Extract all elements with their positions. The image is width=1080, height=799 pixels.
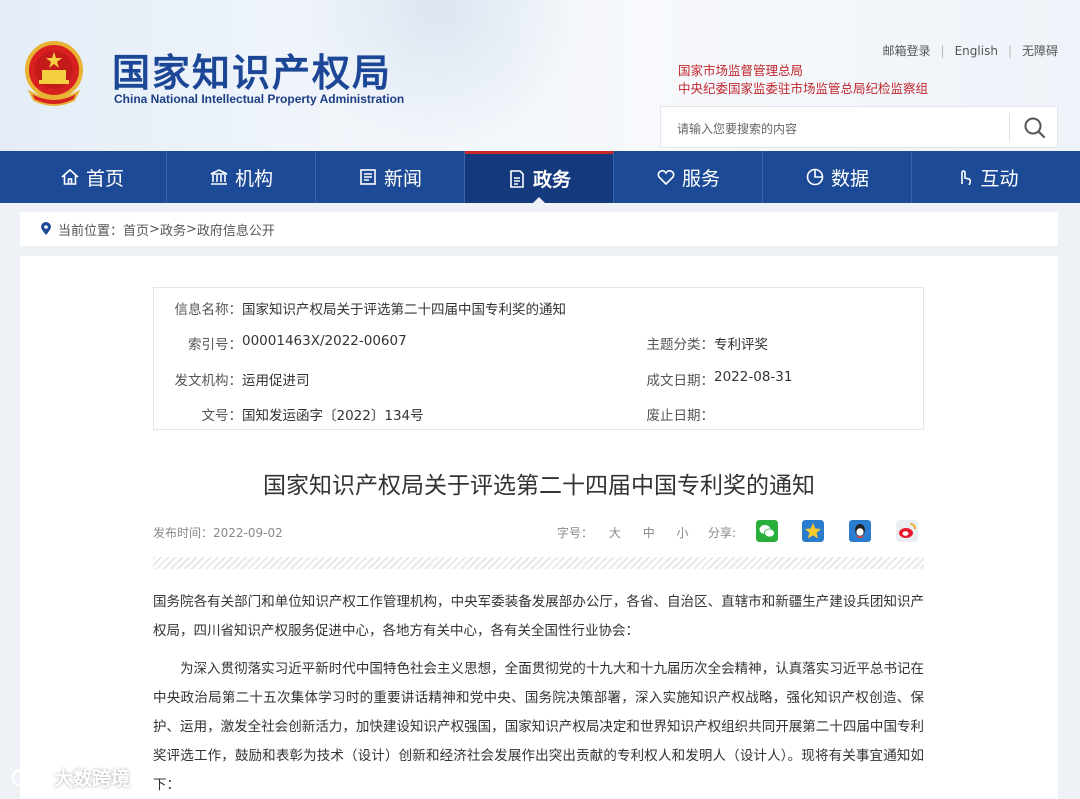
interaction-icon [961,170,972,186]
english-link[interactable]: English [955,44,998,58]
watermark-logo-icon [11,768,50,787]
info-label: 信息名称： [174,302,243,318]
institution-icon [210,169,228,185]
news-icon [360,169,376,185]
nav-item-service[interactable]: 服务 [614,151,763,203]
nav-item-government-affairs[interactable]: 政务 [465,151,614,204]
font-size-small-button[interactable]: 小 [677,526,689,540]
email-login-link[interactable]: 邮箱登录 [883,42,931,59]
main-nav: 首页 机构 新闻 政务 服务 数据 互动 [0,151,1080,204]
article-title: 国家知识产权局关于评选第二十四届中国专利奖的通知 [263,473,815,499]
info-name-value: 国家知识产权局关于评选第二十四届中国专利奖的通知 [242,302,566,318]
font-size-medium-button[interactable]: 中 [643,526,655,540]
home-icon [61,168,79,185]
site-header: 国家知识产权局 China National Intellectual Prop… [0,0,1080,151]
font-size-large-button[interactable]: 大 [609,526,621,540]
breadcrumb-separator: > [149,221,160,237]
share-label: 分享: [708,526,737,540]
info-issuer-value: 运用促进司 [242,373,310,389]
info-doc-no-value: 国知发运函字〔2022〕134号 [242,408,424,424]
samr-link[interactable]: 国家市场监督管理总局 [678,62,928,80]
nav-item-interaction[interactable]: 互动 [912,151,1061,203]
qzone-icon[interactable] [802,520,824,542]
search-input[interactable]: 请输入您要搜索的内容 [677,120,797,137]
info-label: 索引号： [188,337,242,353]
info-label: 文号： [201,408,243,424]
info-row-issuer: 发文机构： 运用促进司 [154,369,310,389]
nav-item-data[interactable]: 数据 [763,151,912,203]
national-emblem-icon[interactable] [22,40,86,108]
search-divider [1009,113,1010,141]
document-info-table: 信息名称： 国家知识产权局关于评选第二十四届中国专利奖的通知 索引号： 0000… [153,287,924,430]
related-links: 国家市场监督管理总局 中央纪委国家监委驻市场监管总局纪检监察组 [678,62,928,98]
breadcrumb-separator: > [185,221,197,237]
nav-label: 服务 [681,167,720,190]
info-row-doc-no: 文号： 国知发运函字〔2022〕134号 [154,404,424,424]
breadcrumb: 当前位置： 首页 > 政务 > 政府信息公开 [20,212,1058,246]
nav-label: 机构 [234,167,273,190]
divider-stripe [153,557,924,569]
government-affairs-icon [510,169,524,188]
font-size-label: 字号： [557,526,594,540]
breadcrumb-info-disclosure[interactable]: 政府信息公开 [197,220,275,239]
nav-item-news[interactable]: 新闻 [316,151,465,203]
article-body: 国务院各有关部门和单位知识产权工作管理机构，中央军委装备发展部办公厅，各省、自治… [153,588,924,799]
info-row-category: 主题分类： 专利评奖 [588,333,769,353]
breadcrumb-government-affairs[interactable]: 政务 [160,220,186,239]
breadcrumb-prefix: 当前位置： [58,223,124,239]
divider: | [1007,43,1012,58]
breadcrumb-home[interactable]: 首页 [123,220,149,239]
info-label: 成文日期： [646,373,715,389]
article-container: 信息名称： 国家知识产权局关于评选第二十四届中国专利奖的通知 索引号： 0000… [20,256,1058,799]
info-row-name: 信息名称： 国家知识产权局关于评选第二十四届中国专利奖的通知 [154,298,567,318]
nav-label: 新闻 [383,167,422,190]
discipline-inspection-link[interactable]: 中央纪委国家监委驻市场监管总局纪检监察组 [678,80,928,98]
watermark-text: 大数跨境 [54,768,131,790]
info-row-created: 成文日期： 2022-08-31 [588,369,793,389]
article-paragraph: 国务院各有关部门和单位知识产权工作管理机构，中央军委装备发展部办公厅，各省、自治… [153,594,924,639]
qq-icon[interactable] [849,520,871,542]
info-created-value: 2022-08-31 [714,369,793,385]
nav-label: 政务 [532,169,571,191]
data-icon [806,168,824,186]
publish-time: 发布时间：2022-09-02 [153,526,283,540]
search-icon[interactable] [1022,115,1048,141]
search-box: 请输入您要搜索的内容 [660,106,1058,148]
font-size-controls: 字号： 大 中 小 [557,524,689,541]
accessibility-link[interactable]: 无障碍 [1022,42,1058,59]
info-label: 主题分类： [646,337,715,353]
info-row-expire: 废止日期： [588,404,715,424]
info-row-index: 索引号： 00001463X/2022-00607 [154,333,407,353]
article-paragraph: 为深入贯彻落实习近平新时代中国特色社会主义思想，全面贯彻党的十九大和十九届历次全… [153,661,924,793]
wechat-icon[interactable] [756,520,778,542]
weibo-icon[interactable] [896,520,918,542]
nav-label: 互动 [980,167,1019,190]
nav-item-home[interactable]: 首页 [18,151,167,203]
watermark: 大数跨境 [10,764,130,791]
info-category-value: 专利评奖 [714,337,768,353]
divider: | [940,43,945,58]
top-links: 邮箱登录 | English | 无障碍 [883,42,1058,59]
info-index-value: 00001463X/2022-00607 [242,333,407,349]
info-label: 废止日期： [646,408,715,424]
site-title[interactable]: 国家知识产权局 [112,42,392,97]
nav-label: 首页 [85,167,124,190]
site-subtitle: China National Intellectual Property Adm… [114,92,405,106]
location-pin-icon [41,222,51,235]
article-meta-bar: 发布时间：2022-09-02 字号： 大 中 小 分享: [153,520,924,544]
nav-item-institution[interactable]: 机构 [167,151,316,203]
nav-label: 数据 [830,167,869,190]
info-label: 发文机构： [174,373,243,389]
service-icon [657,169,675,186]
